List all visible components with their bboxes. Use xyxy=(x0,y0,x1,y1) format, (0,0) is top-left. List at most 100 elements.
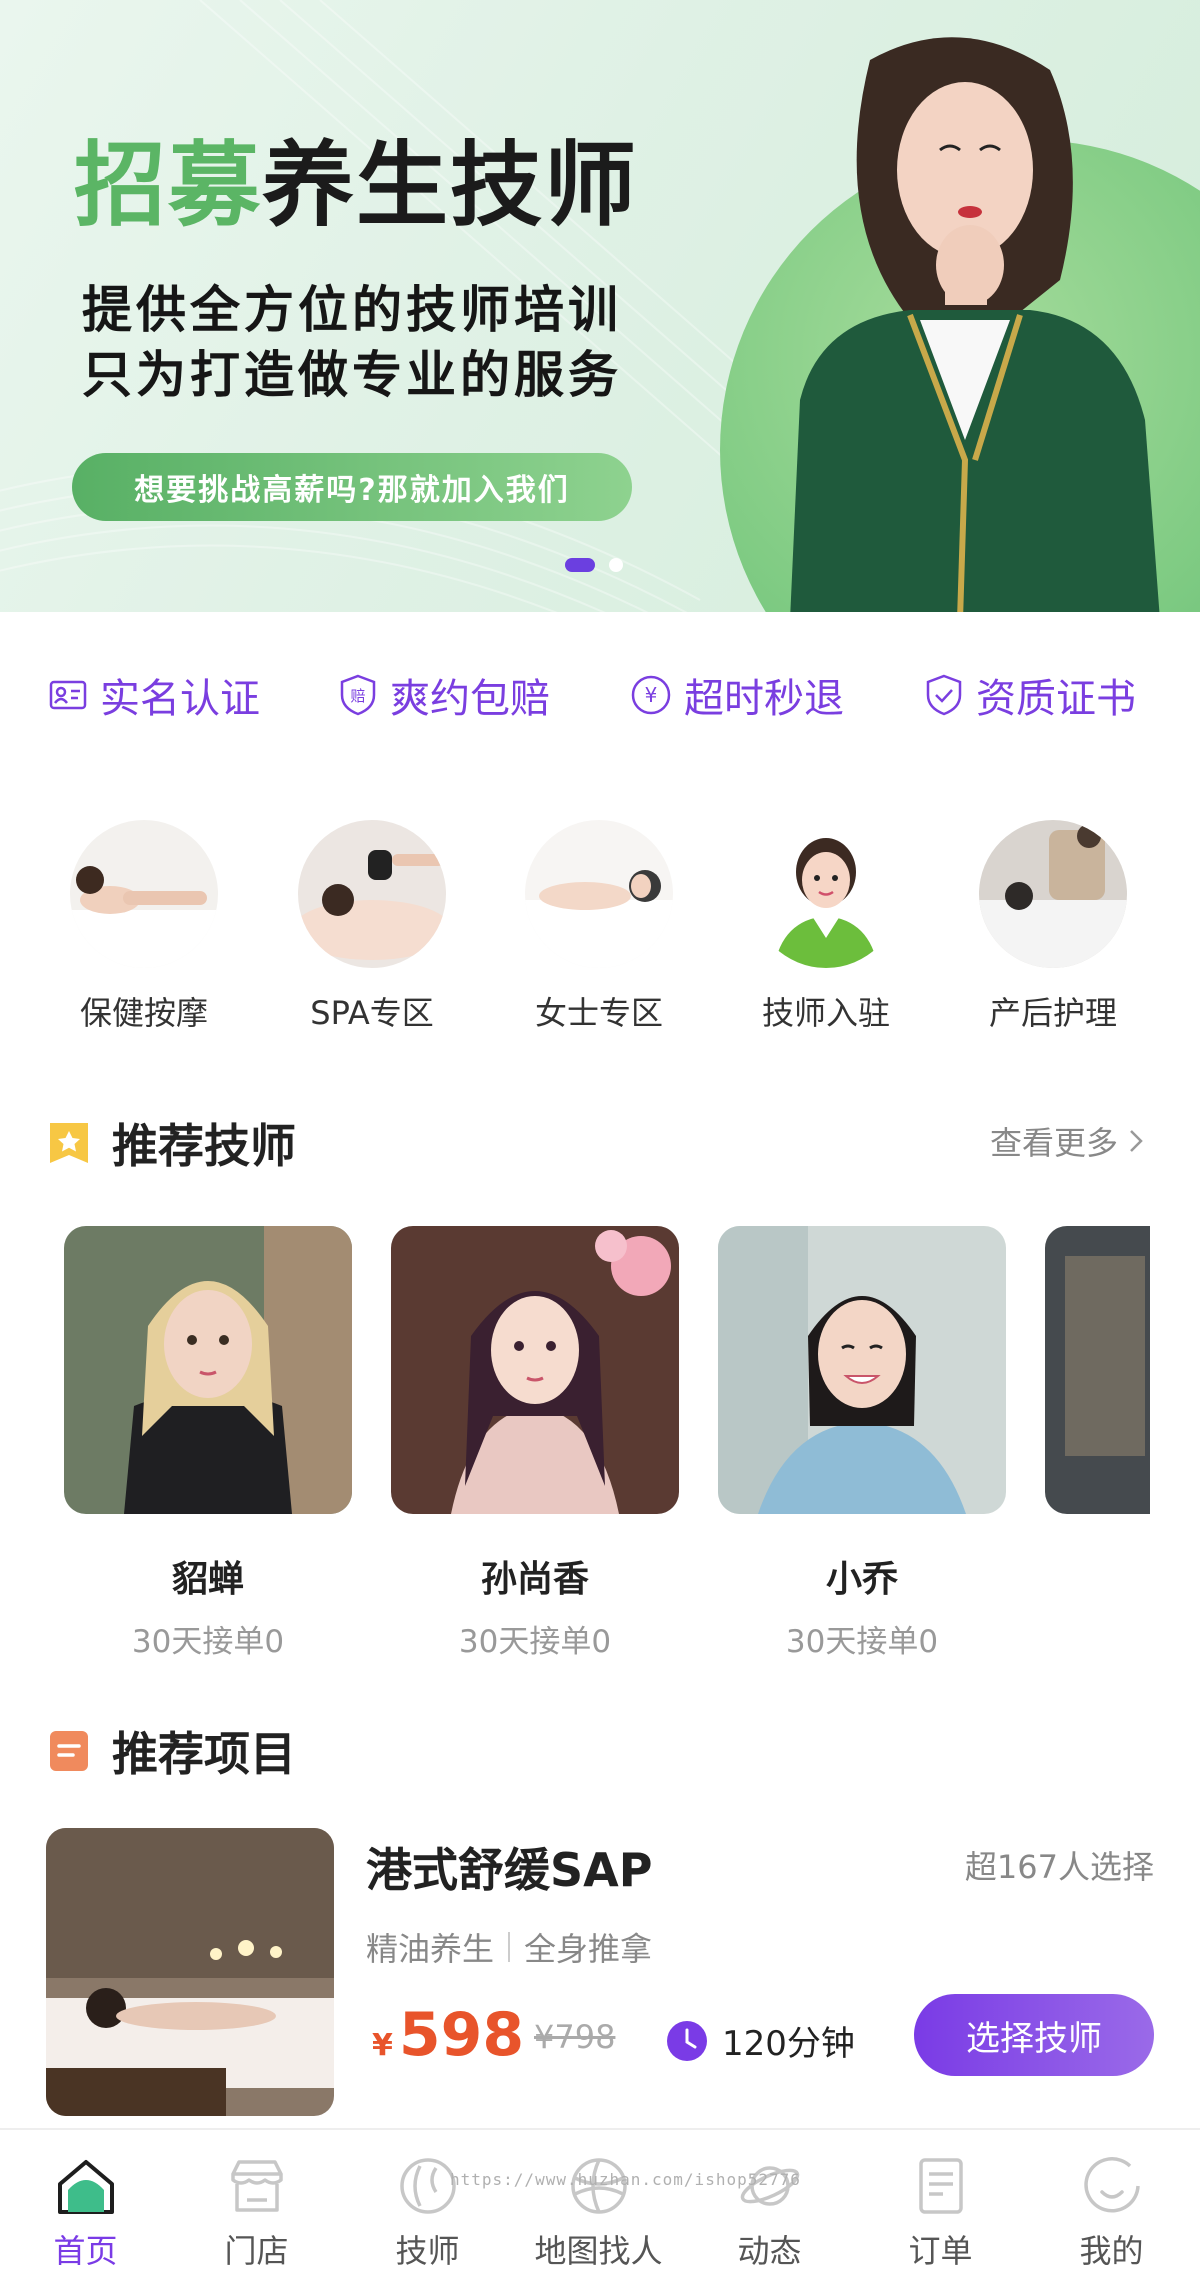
banner-title-highlight: 招募 xyxy=(74,132,263,239)
technician-photo xyxy=(391,1226,679,1514)
project-tag: 全身推拿 xyxy=(524,1930,653,1968)
project-tag: 精油养生 xyxy=(366,1930,495,1968)
category-label: 保健按摩 xyxy=(79,994,208,1032)
tab-label: 订单 xyxy=(908,2232,973,2270)
technician-orders: 30天接单0 xyxy=(131,1624,285,1656)
tab-map-find[interactable]: 地图找人 xyxy=(513,2130,684,2277)
tab-label: 技师 xyxy=(395,2232,460,2270)
duration-label: 120分钟 xyxy=(722,2024,855,2064)
clock-icon xyxy=(667,2020,707,2061)
technician-card[interactable]: 小乔 30天接单0 xyxy=(718,1226,1006,1656)
star-badge-icon xyxy=(50,1123,88,1163)
hero-banner[interactable]: 招募养生技师 提供全方位的技师培训 只为打造做专业的服务 想要挑战高薪吗?那就加… xyxy=(0,0,1200,612)
view-more-label: 查看更多 xyxy=(989,1124,1118,1162)
technician-photo xyxy=(1045,1226,1150,1514)
technician-photo xyxy=(718,1226,1006,1514)
chevron-right-icon xyxy=(1130,1130,1143,1152)
banner-model-image xyxy=(790,37,1160,612)
section-header-techs: 推荐技师 xyxy=(46,1110,296,1176)
price-currency: ¥ xyxy=(372,2028,393,2063)
technician-name: 小乔 xyxy=(825,1559,898,1600)
guarantee-bar: 实名认证 赔 爽约包赔 ¥ 超时秒退 资质证书 xyxy=(0,660,1200,730)
tab-home[interactable]: 首页 xyxy=(0,2130,171,2277)
project-card[interactable]: 港式舒缓SAP 超167人选择 精油养生 全身推拿 ¥ 598 ¥798 120… xyxy=(46,1828,1154,2118)
banner-pagination[interactable] xyxy=(565,558,623,572)
banner-dot-1[interactable] xyxy=(565,558,595,572)
home-icon xyxy=(57,2160,114,2214)
bottom-tab-bar: 首页 门店 技师 地图找人 动态 订单 我的 xyxy=(0,2128,1200,2277)
tab-moments[interactable]: 动态 xyxy=(684,2130,855,2277)
shield-check-icon xyxy=(926,674,962,716)
banner-title-rest: 养生技师 xyxy=(262,132,639,239)
project-name: 港式舒缓SAP xyxy=(366,1843,653,1897)
yen-circle-icon: ¥ xyxy=(631,675,671,715)
profile-smile-icon xyxy=(1083,2157,1140,2213)
guarantee-label: 资质证书 xyxy=(976,676,1136,722)
view-more-link[interactable]: 查看更多 xyxy=(990,1118,1146,1164)
guarantee-real-name[interactable]: 实名认证 xyxy=(48,666,260,724)
category-label: 技师入驻 xyxy=(761,994,890,1032)
id-card-icon xyxy=(49,680,87,710)
technician-carousel[interactable]: 貂蝉 30天接单0 孙尚香 30天接单0 小乔 30天接单0 xyxy=(64,1226,1150,1656)
tab-technician[interactable]: 技师 xyxy=(342,2130,513,2277)
tab-label: 首页 xyxy=(53,2232,118,2270)
technician-orders: 30 xyxy=(1045,1550,1150,1586)
banner-dot-2[interactable] xyxy=(609,558,623,572)
project-popularity: 超167人选择 xyxy=(964,1848,1154,1886)
category-ladies[interactable]: 女士专区 xyxy=(524,820,674,1034)
guarantee-timeout-refund[interactable]: ¥ 超时秒退 xyxy=(630,666,844,724)
project-tags: 精油养生 全身推拿 xyxy=(366,1924,652,1970)
category-postpartum-care[interactable]: 产后护理 xyxy=(978,820,1128,1034)
category-image xyxy=(752,820,900,968)
section-header-projects: 推荐项目 xyxy=(46,1718,296,1784)
order-list-icon xyxy=(918,2158,963,2214)
technician-card[interactable]: 30 xyxy=(1045,1226,1150,1586)
tab-label: 我的 xyxy=(1079,2232,1144,2270)
technician-name: 貂蝉 xyxy=(171,1559,244,1600)
banner-title: 招募养生技师 xyxy=(74,140,638,232)
banner-cta-button[interactable]: 想要挑战高薪吗?那就加入我们 xyxy=(72,453,632,521)
shield-compensation-icon: 赔 xyxy=(340,674,376,716)
watermark-text: https://www.huzhan.com/ishop52776 xyxy=(450,2170,801,2189)
technician-card[interactable]: 貂蝉 30天接单0 xyxy=(64,1226,352,1656)
tab-profile[interactable]: 我的 xyxy=(1026,2130,1197,2277)
project-image xyxy=(46,1828,334,2116)
guarantee-compensation[interactable]: 赔 爽约包赔 xyxy=(338,666,550,724)
project-price: ¥ 598 xyxy=(372,2000,524,2070)
category-image xyxy=(298,820,446,968)
technician-photo xyxy=(64,1226,352,1514)
svg-text:¥: ¥ xyxy=(645,683,658,707)
category-technician-join[interactable]: 技师入驻 xyxy=(751,820,901,1034)
guarantee-label: 实名认证 xyxy=(100,676,260,722)
document-badge-icon xyxy=(50,1731,88,1771)
select-technician-button[interactable]: 选择技师 xyxy=(914,1994,1154,2076)
tab-label: 门店 xyxy=(224,2232,289,2270)
category-label: SPA专区 xyxy=(310,994,434,1032)
section-title: 推荐项目 xyxy=(112,1727,296,1781)
technician-orders: 30天接单0 xyxy=(458,1624,612,1656)
category-image xyxy=(525,820,673,968)
tab-label: 动态 xyxy=(737,2232,802,2270)
project-duration: 120分钟 xyxy=(666,2016,855,2065)
banner-line-1: 提供全方位的技师培训 xyxy=(82,281,622,339)
technician-card[interactable]: 孙尚香 30天接单0 xyxy=(391,1226,679,1656)
category-label: 女士专区 xyxy=(534,994,663,1032)
category-label: 产后护理 xyxy=(988,994,1117,1032)
guarantee-label: 超时秒退 xyxy=(684,676,844,722)
tab-store[interactable]: 门店 xyxy=(171,2130,342,2277)
price-value: 598 xyxy=(398,2000,525,2070)
svg-text:赔: 赔 xyxy=(350,687,365,705)
guarantee-certificate[interactable]: 资质证书 xyxy=(924,666,1136,724)
category-image xyxy=(70,820,218,968)
tab-orders[interactable]: 订单 xyxy=(855,2130,1026,2277)
category-image xyxy=(979,820,1127,968)
category-spa[interactable]: SPA专区 xyxy=(297,820,447,1034)
tab-label: 地图找人 xyxy=(534,2232,663,2270)
store-icon xyxy=(230,2160,283,2212)
technician-name: 孙尚香 xyxy=(480,1559,589,1600)
banner-line-2: 只为打造做专业的服务 xyxy=(82,346,622,404)
section-title: 推荐技师 xyxy=(112,1119,296,1173)
tag-divider xyxy=(508,1932,511,1962)
original-price: ¥798 xyxy=(534,2018,616,2056)
category-health-massage[interactable]: 保健按摩 xyxy=(69,820,219,1034)
